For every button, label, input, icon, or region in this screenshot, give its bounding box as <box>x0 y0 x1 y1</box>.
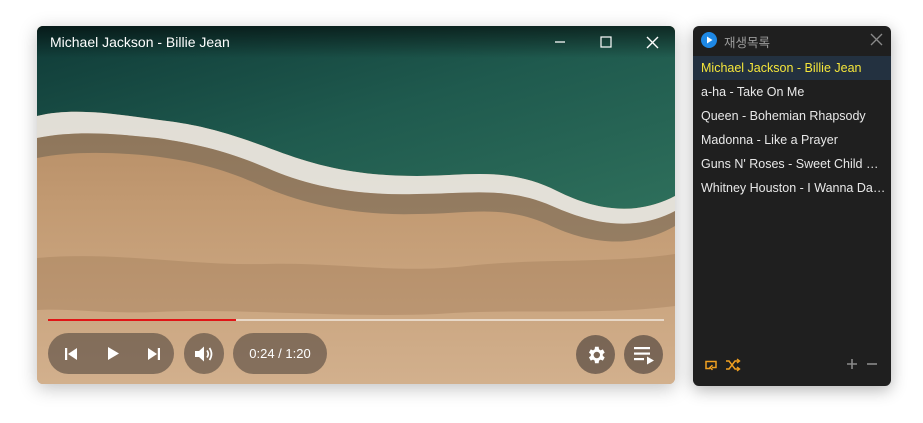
playlist-window: 재생목록 Michael Jackson - Billie Jean a-ha … <box>693 26 891 386</box>
skip-next-icon <box>148 347 160 360</box>
playlist-item-active[interactable]: Michael Jackson - Billie Jean <box>693 56 891 80</box>
playlist-icon <box>633 346 654 364</box>
shuffle-button[interactable] <box>725 358 741 372</box>
playlist-toggle-button[interactable] <box>624 335 663 374</box>
video-player-window: Michael Jackson - Billie Jean 0:24 / 1:2… <box>37 26 675 384</box>
playlist-item[interactable]: a-ha - Take On Me <box>693 80 891 104</box>
shuffle-icon <box>726 358 741 372</box>
repeat-button[interactable] <box>703 358 719 372</box>
add-track-button[interactable] <box>846 358 858 370</box>
playlist-item[interactable]: Queen - Bohemian Rhapsody <box>693 104 891 128</box>
maximize-button[interactable] <box>583 26 629 58</box>
close-button[interactable] <box>629 26 675 58</box>
video-frame[interactable] <box>37 26 675 384</box>
volume-icon <box>195 346 213 361</box>
app-logo-icon <box>701 32 717 48</box>
remove-icon <box>867 363 877 365</box>
settings-button[interactable] <box>576 335 615 374</box>
playlist-item[interactable]: Madonna - Like a Prayer <box>693 128 891 152</box>
close-icon[interactable] <box>870 33 883 46</box>
playlist-title: 재생목록 <box>724 36 771 50</box>
previous-button[interactable] <box>51 333 91 374</box>
repeat-icon <box>705 360 717 371</box>
remove-track-button[interactable] <box>866 358 878 370</box>
volume-control[interactable] <box>184 333 224 374</box>
playlist-item[interactable]: Whitney Houston - I Wanna Dance with Som… <box>693 176 891 200</box>
maximize-icon <box>600 36 612 48</box>
play-icon <box>108 347 119 360</box>
window-title: Michael Jackson - Billie Jean <box>50 34 230 50</box>
playlist-title-bar[interactable]: 재생목록 <box>693 26 891 54</box>
transport-controls <box>48 333 174 374</box>
seek-bar-played <box>48 319 236 321</box>
next-button[interactable] <box>134 333 174 374</box>
time-display: 0:24 / 1:20 <box>233 333 327 374</box>
settings-icon <box>588 346 605 363</box>
add-icon <box>847 359 857 369</box>
minimize-icon <box>555 41 565 43</box>
playlist-list: Michael Jackson - Billie Jean a-ha - Tak… <box>693 56 891 200</box>
seek-bar[interactable] <box>48 319 664 321</box>
title-bar[interactable]: Michael Jackson - Billie Jean <box>37 26 675 58</box>
volume-button[interactable] <box>184 333 224 374</box>
minimize-button[interactable] <box>537 26 583 58</box>
play-button[interactable] <box>93 333 133 374</box>
close-icon <box>646 36 658 48</box>
playlist-item[interactable]: Guns N' Roses - Sweet Child O' Mine <box>693 152 891 176</box>
skip-previous-icon <box>65 347 77 360</box>
